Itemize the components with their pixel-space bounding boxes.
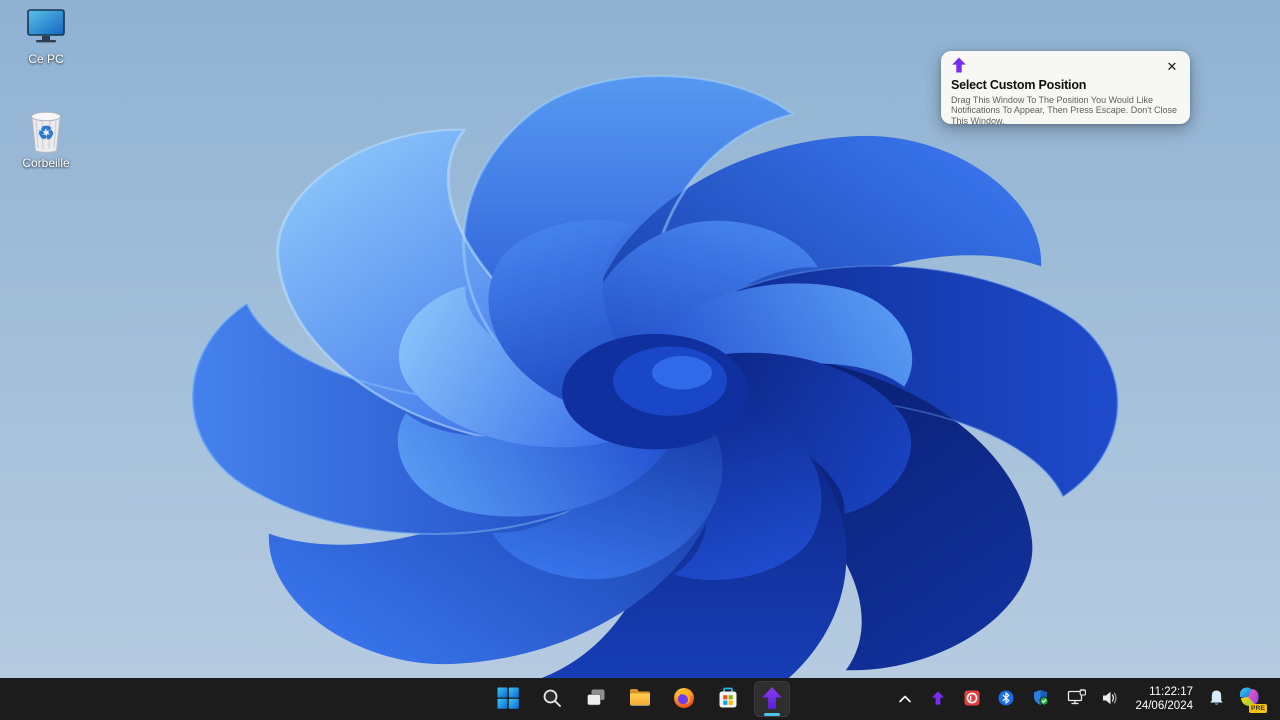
volume-icon xyxy=(1101,690,1120,709)
copilot-button[interactable]: PRE xyxy=(1232,683,1266,715)
taskbar-center-group xyxy=(490,678,790,720)
desktop-icon-recycle-bin[interactable]: ♻ Corbeille xyxy=(8,110,84,170)
store-icon xyxy=(716,686,740,713)
microsoft-store-button[interactable] xyxy=(710,681,746,717)
recycle-bin-icon: ♻ xyxy=(24,110,68,154)
windows-logo-icon xyxy=(496,686,520,713)
red-p-app-icon xyxy=(964,690,980,709)
chevron-up-icon xyxy=(898,692,912,707)
network-button[interactable] xyxy=(1060,683,1094,715)
show-hidden-icons-button[interactable] xyxy=(891,683,919,715)
bluetooth-button[interactable] xyxy=(991,683,1021,715)
volume-button[interactable] xyxy=(1094,683,1127,715)
file-explorer-button[interactable] xyxy=(622,681,658,717)
task-view-icon xyxy=(585,687,607,712)
close-icon[interactable]: ✕ xyxy=(1163,57,1181,75)
desktop-icon-label: Ce PC xyxy=(28,53,63,66)
taskbar-clock[interactable]: 11:22:17 24/06/2024 xyxy=(1127,685,1201,713)
notification-title: Select Custom Position xyxy=(951,78,1086,92)
clock-date: 24/06/2024 xyxy=(1135,699,1193,713)
notification-bell-button[interactable] xyxy=(1201,683,1232,715)
windows-security-button[interactable] xyxy=(1025,683,1056,715)
search-button[interactable] xyxy=(534,681,570,717)
folder-icon xyxy=(628,686,652,713)
firefox-button[interactable] xyxy=(666,681,702,717)
recycle-symbol: ♻ xyxy=(37,122,54,145)
security-shield-icon xyxy=(1032,689,1049,709)
purple-up-arrow-icon xyxy=(930,690,946,709)
desktop-icon-this-pc[interactable]: Ce PC xyxy=(8,6,84,66)
start-button[interactable] xyxy=(490,681,526,717)
task-view-button[interactable] xyxy=(578,681,614,717)
network-icon xyxy=(1067,689,1087,709)
copilot-preview-badge: PRE xyxy=(1249,704,1267,713)
purple-up-arrow-icon xyxy=(759,685,785,714)
tray-red-p-app-button[interactable] xyxy=(957,683,987,715)
desktop-icon-label: Corbeille xyxy=(22,157,69,170)
purple-up-arrow-icon xyxy=(950,56,968,74)
clock-time: 11:22:17 xyxy=(1149,685,1193,699)
this-pc-icon xyxy=(24,6,68,50)
notification-positioner-button[interactable] xyxy=(754,681,790,717)
tray-notify-app-button[interactable] xyxy=(923,683,953,715)
bluetooth-icon xyxy=(998,690,1014,709)
taskbar: 11:22:17 24/06/2024 xyxy=(0,678,1280,720)
bell-icon xyxy=(1208,689,1225,710)
notification-window[interactable]: ✕ Select Custom Position Drag This Windo… xyxy=(941,51,1190,124)
firefox-icon xyxy=(672,686,696,713)
notification-body: Drag This Window To The Position You Wou… xyxy=(951,95,1179,124)
system-tray: 11:22:17 24/06/2024 xyxy=(891,678,1280,720)
search-icon xyxy=(541,687,563,712)
